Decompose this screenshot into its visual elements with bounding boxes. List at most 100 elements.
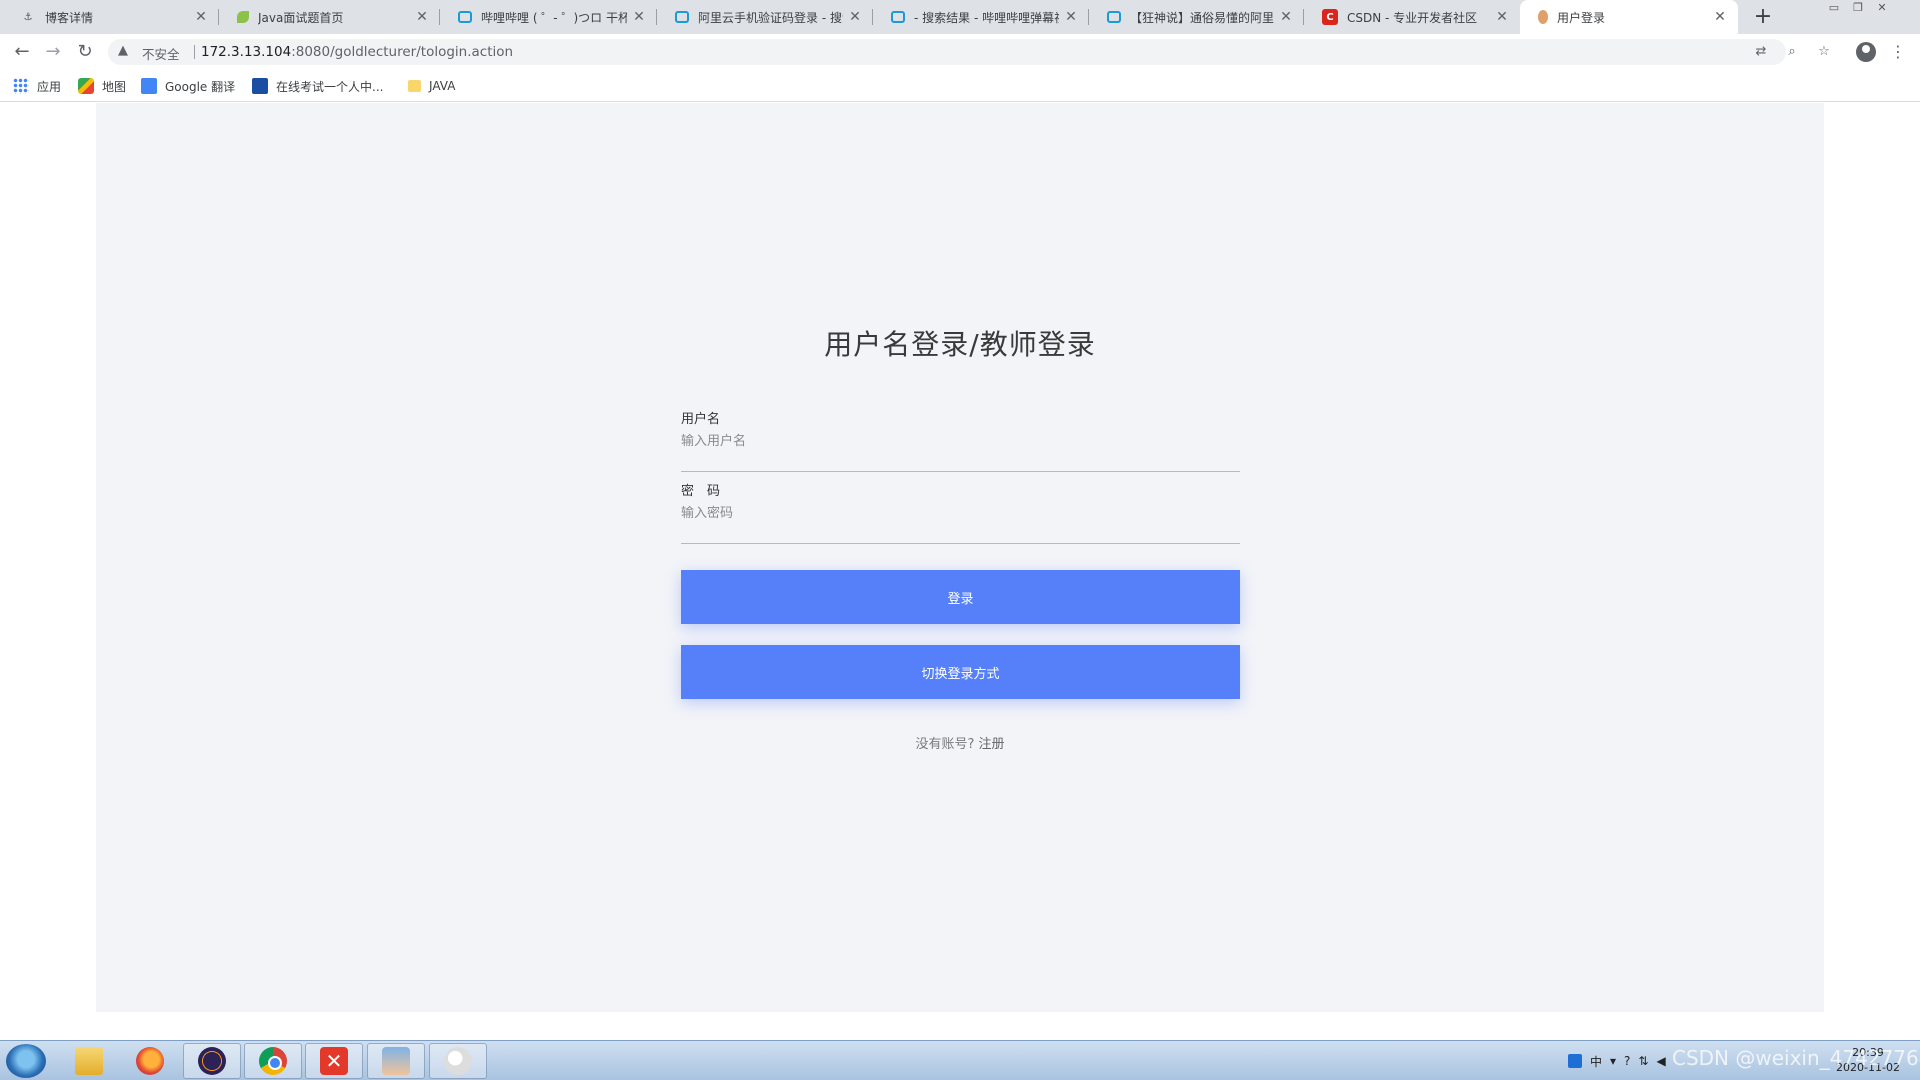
login-panel: 用户名登录/教师登录 用户名 密 码 登录 切换登录方式 没有账号? 注册 — [96, 103, 1824, 1012]
tab-bilibili-search[interactable]: - 搜索结果 - 哔哩哔哩弹幕视 ✕ — [873, 0, 1089, 34]
close-icon[interactable]: ✕ — [193, 9, 209, 25]
tab-title: 阿里云手机验证码登录 - 搜索 — [698, 10, 843, 25]
eclipse-icon — [198, 1047, 226, 1075]
password-field: 密 码 — [681, 480, 1240, 544]
bookmark-star-icon[interactable]: ☆ — [1814, 43, 1834, 61]
bookmark-label: 在线考试一个人中... — [276, 79, 384, 94]
translate-icon[interactable]: ⇄ — [1751, 43, 1771, 61]
tab-kuangshen[interactable]: 【狂神说】通俗易懂的阿里云 ✕ — [1089, 0, 1304, 34]
tab-blog-detail[interactable]: ⚓ 博客详情 ✕ — [2, 0, 219, 34]
bookmark-google-translate[interactable]: Google 翻译 — [141, 77, 235, 95]
kebab-menu-icon[interactable]: ⋮ — [1888, 40, 1908, 64]
back-arrow-icon[interactable]: ← — [10, 40, 34, 64]
warning-triangle-icon[interactable]: ▲ — [118, 43, 128, 58]
tray-arrow-icon[interactable]: ▾ — [1610, 1054, 1616, 1068]
forward-arrow-icon[interactable]: → — [41, 40, 65, 64]
folder-icon — [75, 1047, 103, 1075]
tab-user-login[interactable]: 用户登录 ✕ — [1520, 0, 1738, 34]
tab-csdn[interactable]: C CSDN - 专业开发者社区 ✕ — [1304, 0, 1520, 34]
address-url[interactable]: 172.3.13.104:8080/goldlecturer/tologin.a… — [201, 44, 513, 60]
bookmark-folder-java[interactable]: JAVA — [408, 77, 455, 95]
csdn-watermark: CSDN @weixin_47427764 — [1672, 1046, 1920, 1070]
close-icon[interactable]: ✕ — [631, 9, 647, 25]
new-tab-button[interactable]: + — [1748, 2, 1778, 32]
firefox-icon — [136, 1047, 164, 1075]
password-label: 密 码 — [681, 484, 721, 499]
register-prompt-text: 没有账号? — [915, 737, 975, 752]
close-window-icon[interactable]: ✕ — [1870, 0, 1894, 16]
bookmark-label: Google 翻译 — [165, 79, 236, 94]
bookmark-label: 地图 — [102, 79, 127, 94]
qq-icon[interactable] — [1568, 1054, 1582, 1068]
taskbar-chrome[interactable] — [244, 1043, 302, 1079]
taskbar-xmind[interactable] — [305, 1043, 363, 1079]
close-icon[interactable]: ✕ — [1063, 9, 1079, 25]
folder-icon — [408, 80, 421, 92]
google-translate-icon — [141, 78, 157, 94]
login-button[interactable]: 登录 — [681, 570, 1240, 624]
xmind-icon — [320, 1047, 348, 1075]
taskbar-people-app[interactable] — [367, 1043, 425, 1079]
username-label: 用户名 — [681, 412, 721, 427]
tab-title: 哔哩哔哩 ( ゜- ゜)つロ 干杯~ — [481, 10, 627, 25]
start-orb-icon[interactable] — [6, 1044, 46, 1078]
network-icon[interactable]: ⇅ — [1638, 1054, 1648, 1068]
switch-login-method-button[interactable]: 切换登录方式 — [681, 645, 1240, 699]
browser-toolbar: ← → ↻ ▲ 不安全 172.3.13.104:8080/goldlectur… — [0, 34, 1920, 70]
zoom-icon[interactable]: ⌕ — [1782, 43, 1802, 61]
url-path: :8080/goldlecturer/tologin.action — [291, 44, 514, 60]
security-label[interactable]: 不安全 — [142, 44, 180, 63]
page-title: 用户名登录/教师登录 — [824, 328, 1096, 361]
close-icon[interactable]: ✕ — [1278, 9, 1294, 25]
bookmark-online-exam[interactable]: 在线考试一个人中... — [252, 77, 383, 95]
tab-title: 用户登录 — [1557, 10, 1606, 25]
password-input[interactable] — [681, 502, 1240, 524]
chrome-icon — [259, 1047, 287, 1075]
address-bar[interactable]: ▲ 不安全 172.3.13.104:8080/goldlecturer/tol… — [108, 39, 1830, 65]
profile-avatar-icon[interactable] — [1856, 42, 1876, 62]
browser-tab-strip: ⚓ 博客详情 ✕ Java面试题首页 ✕ 哔哩哔哩 ( ゜- ゜)つロ 干杯~ … — [0, 0, 1920, 34]
address-separator — [194, 45, 195, 59]
username-field: 用户名 — [681, 408, 1240, 472]
url-host: 172.3.13.104 — [201, 44, 292, 60]
apps-icon — [13, 78, 29, 94]
blog-icon: ⚓ — [23, 11, 33, 23]
bilibili-icon — [891, 11, 905, 23]
close-icon[interactable]: ✕ — [1712, 9, 1728, 25]
csdn-icon: C — [1322, 9, 1338, 25]
taskbar-eclipse[interactable] — [183, 1043, 241, 1079]
taskbar-file-explorer[interactable] — [60, 1043, 118, 1079]
volume-icon[interactable]: ◀ — [1656, 1054, 1665, 1068]
paint-palette-icon — [444, 1047, 472, 1075]
tab-bilibili-home[interactable]: 哔哩哔哩 ( ゜- ゜)つロ 干杯~ ✕ — [440, 0, 657, 34]
etc-icon — [252, 78, 268, 94]
maps-icon — [78, 78, 94, 94]
tab-title: Java面试题首页 — [258, 10, 344, 25]
restore-icon[interactable]: ❐ — [1846, 0, 1870, 16]
taskbar-firefox[interactable] — [121, 1043, 179, 1079]
user-icon — [1538, 10, 1548, 24]
reload-icon[interactable]: ↻ — [73, 40, 97, 64]
bilibili-icon — [675, 11, 689, 23]
bookmarks-bar: 应用 地图 Google 翻译 在线考试一个人中... JAVA — [0, 70, 1920, 102]
taskbar-paint[interactable] — [429, 1043, 487, 1079]
bookmark-apps[interactable]: 应用 — [13, 77, 61, 95]
tab-title: - 搜索结果 - 哔哩哔哩弹幕视 — [914, 10, 1059, 25]
tab-java-interview[interactable]: Java面试题首页 ✕ — [219, 0, 440, 34]
register-link[interactable]: 注册 — [979, 737, 1005, 752]
minimize-icon[interactable]: ▭ — [1822, 0, 1846, 16]
help-icon[interactable]: ? — [1624, 1054, 1630, 1068]
windows-taskbar: 中 ▾ ? ⇅ ◀ 20:39 2020-11-02 — [0, 1040, 1920, 1080]
bilibili-icon — [458, 11, 472, 23]
close-icon[interactable]: ✕ — [414, 9, 430, 25]
username-input[interactable] — [681, 430, 1240, 452]
people-icon — [382, 1047, 410, 1075]
close-icon[interactable]: ✕ — [1494, 9, 1510, 25]
close-icon[interactable]: ✕ — [847, 9, 863, 25]
bilibili-icon — [1107, 11, 1121, 23]
bookmark-label: 应用 — [37, 79, 62, 94]
window-controls: ▭ ❐ ✕ — [1822, 0, 1894, 18]
bookmark-maps[interactable]: 地图 — [78, 77, 126, 95]
ime-indicator[interactable]: 中 — [1590, 1053, 1602, 1070]
tab-aliyun-sms[interactable]: 阿里云手机验证码登录 - 搜索 ✕ — [657, 0, 873, 34]
